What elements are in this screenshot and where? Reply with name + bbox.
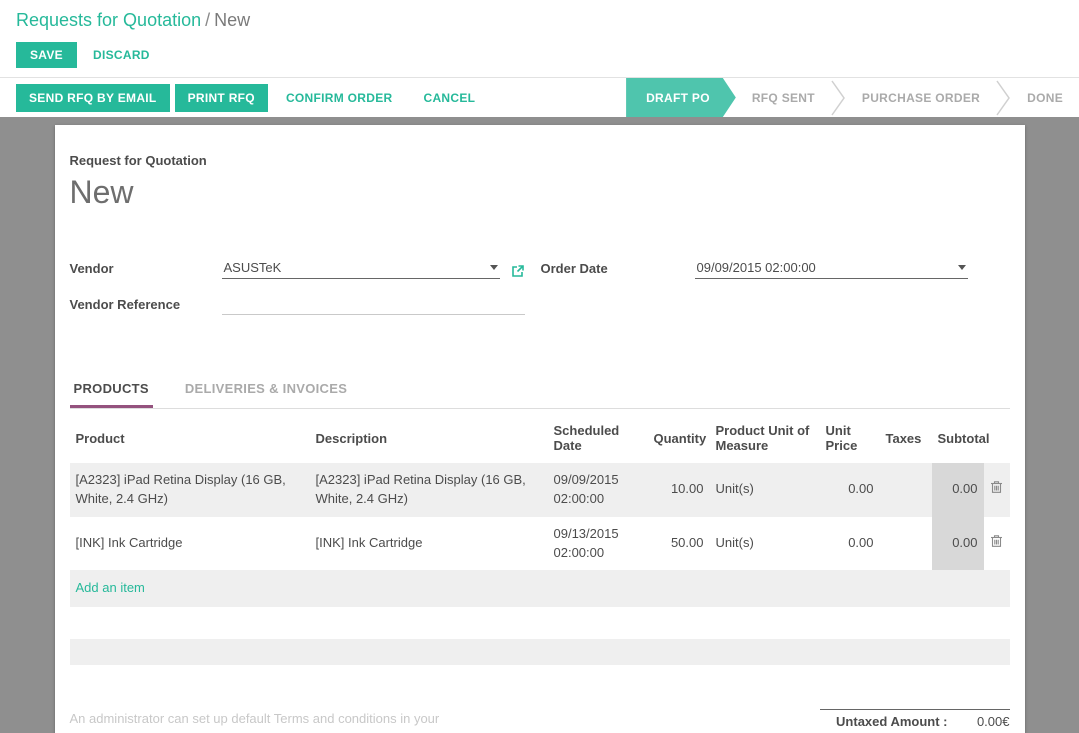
add-line-row: Add an item [70, 570, 1010, 607]
cell-unit-price[interactable]: 0.00 [820, 517, 880, 571]
tab-products[interactable]: PRODUCTS [70, 371, 153, 408]
cell-description[interactable]: [INK] Ink Cartridge [310, 517, 548, 571]
breadcrumb-current: New [214, 10, 250, 30]
order-date-label: Order Date [541, 261, 695, 279]
vendor-label: Vendor [70, 261, 222, 279]
status-step-purchase-order[interactable]: PURCHASE ORDER [846, 78, 996, 117]
vendor-input[interactable]: ASUSTeK [222, 260, 500, 279]
delete-row-button[interactable] [984, 463, 1010, 517]
vendor-row: Vendor ASUSTeK [70, 257, 525, 279]
tab-deliveries-invoices[interactable]: DELIVERIES & INVOICES [181, 371, 351, 408]
sheet-subtitle: Request for Quotation [70, 153, 1010, 168]
order-date-input[interactable]: 09/09/2015 02:00:00 [695, 260, 968, 279]
status-step-draft-po[interactable]: DRAFT PO [626, 78, 736, 117]
column-header-subtotal: Subtotal [932, 411, 984, 463]
cell-quantity[interactable]: 10.00 [648, 463, 710, 517]
breadcrumb-separator: / [201, 10, 214, 30]
record-action-row: SAVE DISCARD [0, 35, 1079, 77]
untaxed-amount-value: 0.00€ [948, 714, 1010, 729]
column-header-quantity: Quantity [648, 411, 710, 463]
column-header-product: Product [70, 411, 310, 463]
status-step-rfq-sent[interactable]: RFQ SENT [736, 78, 831, 117]
vendor-reference-row: Vendor Reference [70, 293, 525, 315]
workflow-buttons: SEND RFQ BY EMAIL PRINT RFQ CONFIRM ORDE… [0, 78, 488, 117]
statusbar: DRAFT PO RFQ SENT PURCHASE ORDER DONE [616, 78, 1079, 117]
discard-button[interactable]: DISCARD [93, 48, 150, 62]
cell-subtotal: 0.00 [932, 463, 984, 517]
cell-scheduled-date[interactable]: 09/09/2015 02:00:00 [548, 463, 648, 517]
confirm-order-button[interactable]: CONFIRM ORDER [273, 84, 406, 112]
untaxed-amount-label: Untaxed Amount : [836, 714, 947, 729]
order-date-value[interactable]: 09/09/2015 02:00:00 [697, 260, 952, 275]
form-column-right: Order Date 09/09/2015 02:00:00 [541, 257, 968, 329]
workflow-toolbar: SEND RFQ BY EMAIL PRINT RFQ CONFIRM ORDE… [0, 77, 1079, 117]
table-row: [A2323] iPad Retina Display (16 GB, Whit… [70, 463, 1010, 517]
cancel-button[interactable]: CANCEL [411, 84, 489, 112]
cell-unit-price[interactable]: 0.00 [820, 463, 880, 517]
column-header-uom: Product Unit of Measure [710, 411, 820, 463]
order-date-row: Order Date 09/09/2015 02:00:00 [541, 257, 968, 279]
top-header: Requests for Quotation/New SAVE DISCARD [0, 0, 1079, 77]
terms-placeholder-text: An administrator can set up default Term… [70, 709, 494, 733]
cell-uom[interactable]: Unit(s) [710, 517, 820, 571]
external-link-icon[interactable] [510, 264, 525, 279]
empty-section-band [70, 639, 1010, 665]
cell-taxes[interactable] [880, 463, 932, 517]
cell-uom[interactable]: Unit(s) [710, 463, 820, 517]
form-column-left: Vendor ASUSTeK Vendor Reference [70, 257, 525, 329]
cell-subtotal: 0.00 [932, 517, 984, 571]
cell-product[interactable]: [A2323] iPad Retina Display (16 GB, Whit… [70, 463, 310, 517]
notebook-tabs: PRODUCTS DELIVERIES & INVOICES [70, 371, 1010, 409]
cell-quantity[interactable]: 50.00 [648, 517, 710, 571]
chevron-right-icon [831, 78, 846, 117]
cell-product[interactable]: [INK] Ink Cartridge [70, 517, 310, 571]
status-step-done[interactable]: DONE [1011, 78, 1079, 117]
add-an-item-link[interactable]: Add an item [70, 570, 1010, 607]
print-rfq-button[interactable]: PRINT RFQ [175, 84, 268, 112]
vendor-value[interactable]: ASUSTeK [224, 260, 484, 275]
column-header-unit-price: Unit Price [820, 411, 880, 463]
table-header-row: Product Description Scheduled Date Quant… [70, 411, 1010, 463]
cell-description[interactable]: [A2323] iPad Retina Display (16 GB, Whit… [310, 463, 548, 517]
breadcrumb-parent-link[interactable]: Requests for Quotation [16, 10, 201, 30]
delete-row-button[interactable] [984, 517, 1010, 571]
vendor-reference-label: Vendor Reference [70, 297, 222, 315]
breadcrumb: Requests for Quotation/New [0, 0, 1079, 35]
chevron-down-icon[interactable] [490, 265, 498, 270]
page-title: New [70, 174, 1010, 211]
totals-panel: Untaxed Amount : 0.00€ Taxes : 0.00€ Tot… [820, 709, 1010, 733]
bottom-section: An administrator can set up default Term… [70, 709, 1010, 733]
untaxed-amount-row: Untaxed Amount : 0.00€ [820, 709, 1010, 733]
vendor-reference-input[interactable] [222, 296, 525, 315]
rfq-sheet: Request for Quotation New Vendor ASUSTeK [55, 125, 1025, 733]
column-header-scheduled-date: Scheduled Date [548, 411, 648, 463]
table-row: [INK] Ink Cartridge [INK] Ink Cartridge … [70, 517, 1010, 571]
trash-icon [990, 536, 1003, 551]
cell-taxes[interactable] [880, 517, 932, 571]
chevron-down-icon[interactable] [958, 265, 966, 270]
column-header-description: Description [310, 411, 548, 463]
terms-and-conditions-input[interactable]: An administrator can set up default Term… [70, 709, 494, 733]
order-lines-table: Product Description Scheduled Date Quant… [70, 411, 1010, 607]
save-button[interactable]: SAVE [16, 42, 77, 68]
cell-scheduled-date[interactable]: 09/13/2015 02:00:00 [548, 517, 648, 571]
form-grid: Vendor ASUSTeK Vendor Reference [70, 257, 1010, 329]
column-header-taxes: Taxes [880, 411, 932, 463]
trash-icon [990, 482, 1003, 497]
chevron-right-icon [996, 78, 1011, 117]
form-canvas: Request for Quotation New Vendor ASUSTeK [0, 117, 1079, 733]
send-rfq-by-email-button[interactable]: SEND RFQ BY EMAIL [16, 84, 170, 112]
